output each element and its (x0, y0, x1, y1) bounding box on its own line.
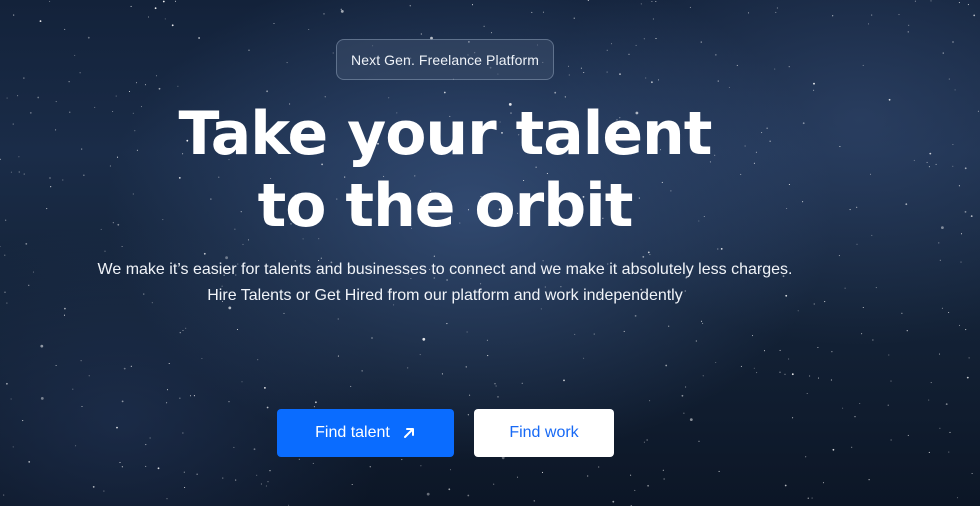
headline-line-2: to the orbit (257, 171, 634, 241)
find-work-button[interactable]: Find work (474, 409, 614, 457)
headline-line-1: Take your talent (178, 99, 713, 169)
hero-subtitle-line-2: Hire Talents or Get Hired from our platf… (207, 287, 683, 304)
hero-section: Next Gen. Freelance Platform Take your t… (0, 0, 980, 506)
find-talent-button[interactable]: Find talent (277, 409, 454, 457)
find-talent-label: Find talent (315, 424, 390, 441)
hero-headline: Take your talent to the orbit (0, 98, 890, 242)
platform-badge-label: Next Gen. Freelance Platform (351, 51, 539, 68)
platform-badge: Next Gen. Freelance Platform (336, 39, 554, 80)
find-work-label: Find work (509, 424, 579, 441)
arrow-up-right-icon (403, 428, 414, 438)
hero-subtitle-line-1: We make it’s easier for talents and busi… (97, 261, 793, 278)
